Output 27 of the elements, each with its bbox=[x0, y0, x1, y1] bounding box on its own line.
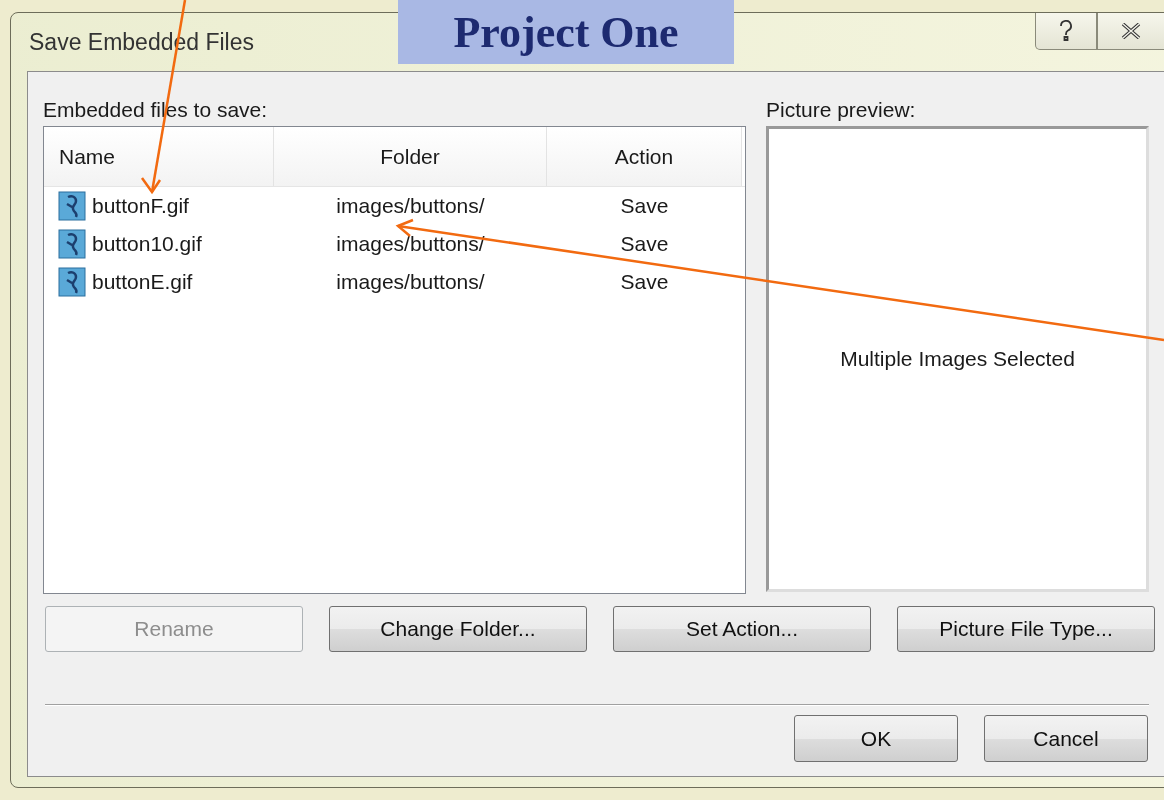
preview-message: Multiple Images Selected bbox=[840, 347, 1075, 371]
set-action-button[interactable]: Set Action... bbox=[613, 606, 871, 652]
close-icon bbox=[1120, 23, 1142, 39]
close-button[interactable] bbox=[1097, 13, 1164, 50]
image-file-icon bbox=[58, 191, 86, 221]
preview-label: Picture preview: bbox=[766, 98, 917, 123]
action-text: Save bbox=[620, 270, 669, 293]
action-text: Save bbox=[620, 194, 669, 217]
ok-button[interactable]: OK bbox=[794, 715, 958, 762]
image-file-icon bbox=[58, 267, 86, 297]
file-name: buttonE.gif bbox=[92, 270, 193, 294]
folder-path: images/buttons/ bbox=[336, 232, 485, 255]
banner-logo: Project One bbox=[398, 0, 734, 64]
column-header[interactable]: Folder bbox=[274, 127, 547, 186]
folder-path: images/buttons/ bbox=[336, 194, 485, 217]
action-text: Save bbox=[620, 232, 669, 255]
change-folder-button[interactable]: Change Folder... bbox=[329, 606, 587, 652]
folder-path: images/buttons/ bbox=[336, 270, 485, 293]
file-name: buttonF.gif bbox=[92, 194, 189, 218]
column-header[interactable]: Action bbox=[547, 127, 742, 186]
help-icon bbox=[1059, 20, 1073, 42]
column-header[interactable]: Name bbox=[44, 127, 274, 186]
help-button[interactable] bbox=[1035, 13, 1097, 50]
cancel-button[interactable]: Cancel bbox=[984, 715, 1148, 762]
image-file-icon bbox=[58, 229, 86, 259]
file-type-button[interactable]: Picture File Type... bbox=[897, 606, 1155, 652]
file-name: button10.gif bbox=[92, 232, 202, 256]
